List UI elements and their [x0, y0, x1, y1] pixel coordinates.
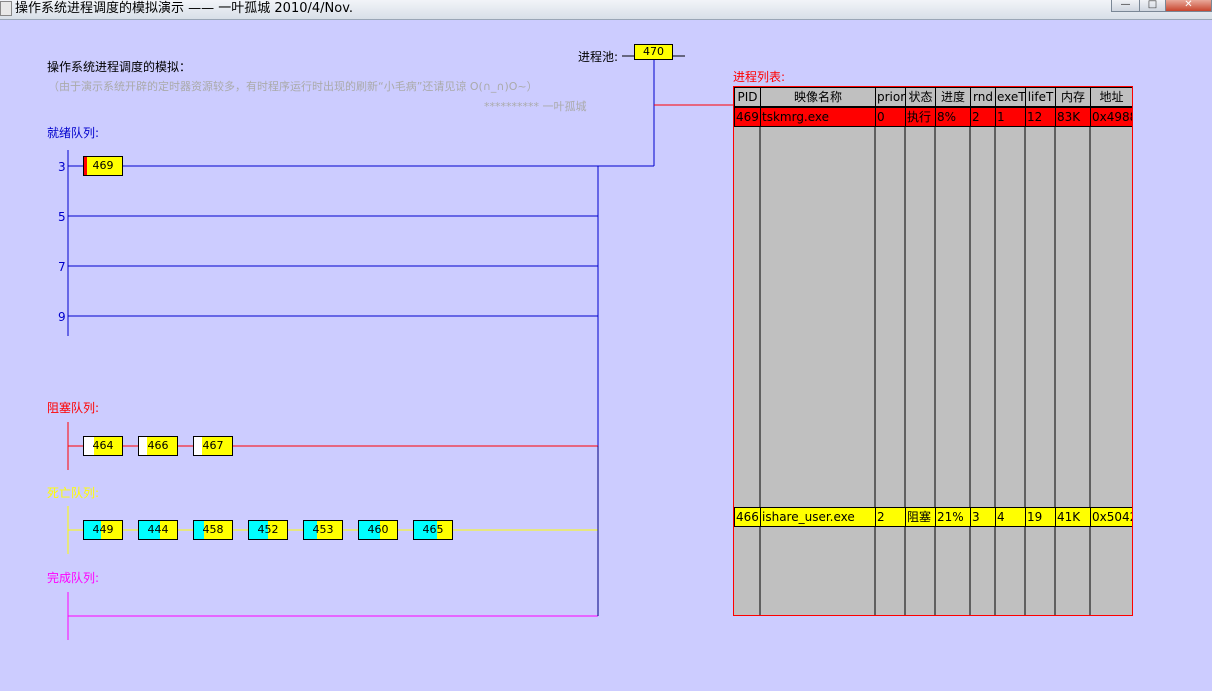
col-exet[interactable]: exeT: [995, 87, 1026, 107]
table-column-lines: [759, 87, 1091, 615]
page-title: 操作系统进程调度的模拟：: [47, 60, 192, 74]
cell-progress: 21%: [935, 507, 971, 527]
cell-memory: 41K: [1055, 507, 1091, 527]
pool-process[interactable]: 470: [634, 44, 673, 60]
cell-image-name: ishare_user.exe: [760, 507, 876, 527]
blocked-process[interactable]: 466: [138, 436, 178, 456]
dead-process[interactable]: 452: [248, 520, 288, 540]
dead-process-pid: 452: [257, 523, 279, 536]
process-table-grid: PID 映像名称 prior 状态 进度 rnd exeT lifeT 内存 地…: [734, 87, 1132, 107]
cell-pid: 469: [734, 107, 761, 127]
col-address[interactable]: 地址: [1090, 87, 1132, 107]
blocked-process[interactable]: 464: [83, 436, 123, 456]
col-status[interactable]: 状态: [905, 87, 936, 107]
dead-process[interactable]: 449: [83, 520, 123, 540]
dead-process[interactable]: 465: [413, 520, 453, 540]
dead-process[interactable]: 460: [358, 520, 398, 540]
author-signature: ********** 一叶孤城: [484, 100, 587, 113]
process-table[interactable]: PID 映像名称 prior 状态 进度 rnd exeT lifeT 内存 地…: [733, 86, 1133, 616]
cell-image-name: tskmrg.exe: [760, 107, 876, 127]
blocked-process-pid: 466: [147, 439, 169, 452]
ready-level-3: 3: [58, 160, 66, 174]
blocked-progress-fill: [194, 437, 202, 455]
blocked-process-pid: 464: [92, 439, 114, 452]
dead-process-pid: 449: [92, 523, 114, 536]
cell-exet: 1: [995, 107, 1026, 127]
ready-level-5: 5: [58, 210, 66, 224]
col-progress[interactable]: 进度: [935, 87, 971, 107]
blocked-progress-fill: [139, 437, 147, 455]
cell-priority: 2: [875, 507, 906, 527]
dead-process-pid: 458: [202, 523, 224, 536]
cell-status: 执行: [905, 107, 936, 127]
col-image-name[interactable]: 映像名称: [760, 87, 876, 107]
cell-lifet: 19: [1025, 507, 1056, 527]
pool-process-pid: 470: [643, 45, 664, 58]
refresh-note: （由于演示系统开辟的定时器资源较多，有时程序运行时出现的刷新“小毛病”还请见谅 …: [48, 80, 538, 93]
col-rnd[interactable]: rnd: [970, 87, 996, 107]
ready-level-7: 7: [58, 260, 66, 274]
ready-process-pid: 469: [92, 159, 114, 172]
process-list-label: 进程列表:: [733, 70, 786, 84]
col-memory[interactable]: 内存: [1055, 87, 1091, 107]
cell-pid: 466: [734, 507, 761, 527]
dead-process-pid: 460: [367, 523, 389, 536]
cell-progress: 8%: [935, 107, 971, 127]
table-row[interactable]: 466ishare_user.exe2阻塞21%341941K0x5042: [734, 507, 1132, 527]
ready-queue-label: 就绪队列:: [47, 126, 100, 140]
dead-process[interactable]: 444: [138, 520, 178, 540]
blocked-process[interactable]: 467: [193, 436, 233, 456]
cell-priority: 0: [875, 107, 906, 127]
ready-level-9: 9: [58, 310, 66, 324]
dead-process[interactable]: 458: [193, 520, 233, 540]
table-row[interactable]: 469tskmrg.exe0执行8%211283K0x4988: [734, 107, 1132, 127]
blocked-queue-label: 阻塞队列:: [47, 401, 100, 415]
ready-process[interactable]: 469: [83, 156, 123, 176]
pool-label: 进程池:: [578, 50, 619, 64]
cell-address: 0x5042: [1090, 507, 1132, 527]
finished-queue-label: 完成队列:: [47, 571, 100, 585]
col-pid[interactable]: PID: [734, 87, 761, 107]
dead-process[interactable]: 453: [303, 520, 343, 540]
cell-rnd: 2: [970, 107, 996, 127]
dead-process-pid: 453: [312, 523, 334, 536]
cell-rnd: 3: [970, 507, 996, 527]
dead-process-pid: 444: [147, 523, 169, 536]
cell-lifet: 12: [1025, 107, 1056, 127]
col-lifet[interactable]: lifeT: [1025, 87, 1056, 107]
blocked-process-pid: 467: [202, 439, 224, 452]
table-header-row: PID 映像名称 prior 状态 进度 rnd exeT lifeT 内存 地…: [734, 87, 1132, 107]
cell-exet: 4: [995, 507, 1026, 527]
col-priority[interactable]: prior: [875, 87, 906, 107]
dead-process-pid: 465: [422, 523, 444, 536]
cell-status: 阻塞: [905, 507, 936, 527]
cell-memory: 83K: [1055, 107, 1091, 127]
ready-progress-fill: [84, 157, 87, 175]
cell-address: 0x4988: [1090, 107, 1132, 127]
dead-queue-label: 死亡队列:: [47, 486, 100, 500]
